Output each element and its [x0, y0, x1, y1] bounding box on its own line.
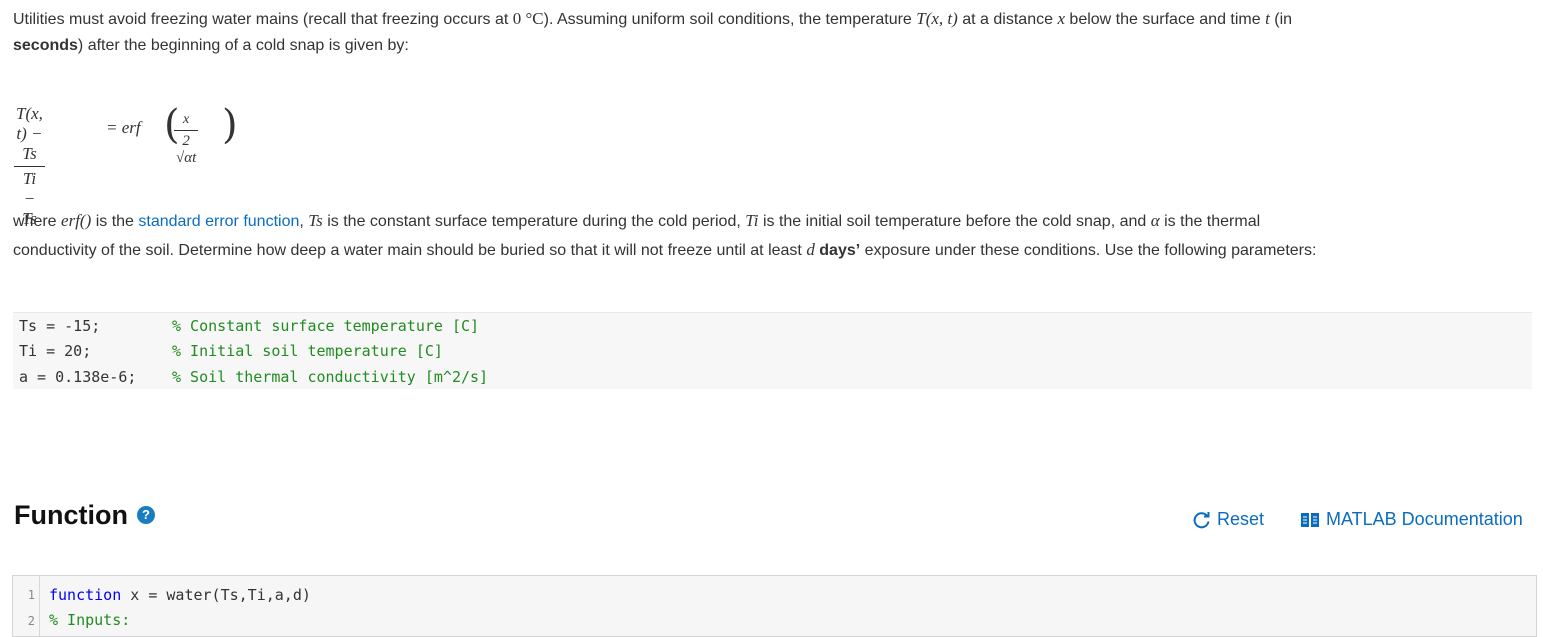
- reset-button[interactable]: Reset: [1193, 509, 1264, 530]
- keyword-function: function: [49, 586, 122, 604]
- intro-text-5: (in: [1269, 11, 1293, 28]
- book-icon: [1301, 512, 1319, 527]
- math-Ti: Ti: [745, 211, 759, 230]
- intro-text-4: below the surface and time: [1064, 11, 1266, 28]
- desc-text-8: exposure under these conditions. Use the…: [860, 242, 1317, 259]
- param-code-ti: Ti = 20;: [19, 342, 92, 360]
- documentation-label: MATLAB Documentation: [1326, 509, 1523, 529]
- math-Ts: Ts: [308, 211, 323, 230]
- right-paren: ): [222, 102, 238, 148]
- function-signature: x = water(Ts,Ti,a,d): [121, 586, 311, 604]
- editor-gutter: 1 2: [13, 576, 40, 636]
- help-icon[interactable]: ?: [137, 506, 155, 524]
- line-number: 1: [27, 588, 35, 602]
- lhs-numerator: T(x, t) − Ts: [16, 104, 43, 163]
- bold-seconds: seconds: [13, 37, 78, 54]
- desc-text-2: is the: [91, 213, 139, 230]
- desc-text-1: where: [13, 213, 62, 230]
- reset-icon: [1193, 511, 1210, 528]
- math-alpha: α: [1150, 211, 1160, 230]
- param-comment-a: % Soil thermal conductivity [m^2/s]: [172, 368, 489, 386]
- rhs-denominator: 2 √αt: [176, 133, 197, 166]
- code-editor[interactable]: 1 2 function x = water(Ts,Ti,a,d) % Inpu…: [12, 575, 1537, 637]
- param-comment-ti: % Initial soil temperature [C]: [172, 342, 443, 360]
- bold-days: days’: [819, 242, 861, 259]
- intro-text-3: at a distance: [957, 11, 1058, 28]
- reset-label: Reset: [1217, 509, 1265, 529]
- param-comment-ts: % Constant surface temperature [C]: [172, 317, 480, 335]
- inputs-comment: % Inputs:: [49, 611, 131, 629]
- intro-text-6: ) after the beginning of a cold snap is …: [77, 37, 409, 54]
- desc-text-5: is the initial soil temperature before t…: [758, 213, 1151, 230]
- problem-description: where erf() is the standard error functi…: [13, 207, 1513, 265]
- desc-text-4: is the constant surface temperature duri…: [322, 213, 746, 230]
- math-x: x: [1057, 9, 1065, 28]
- intro-text-2: ). Assuming uniform soil conditions, the…: [543, 11, 917, 28]
- math-T-x-t: T(x, t): [916, 9, 958, 28]
- desc-text-7: conductivity of the soil. Determine how …: [13, 242, 807, 259]
- math-d: d: [806, 240, 815, 259]
- rhs-fraction: x 2 √αt: [174, 112, 199, 167]
- editor-line[interactable]: function x = water(Ts,Ti,a,d): [49, 586, 311, 604]
- parameters-code-block: Ts = -15; % Constant surface temperature…: [13, 312, 1532, 389]
- lhs-fraction-bar: [14, 166, 45, 167]
- equals-erf: = erf: [106, 118, 141, 137]
- rhs-numerator: x: [183, 112, 190, 127]
- function-heading: Function: [14, 500, 128, 530]
- problem-intro: Utilities must avoid freezing water main…: [13, 6, 1513, 59]
- editor-line[interactable]: % Inputs:: [49, 611, 130, 629]
- standard-error-function-link[interactable]: standard error function: [138, 213, 299, 230]
- matlab-documentation-link[interactable]: MATLAB Documentation: [1300, 509, 1523, 530]
- math-zero-celsius: 0 °C: [512, 9, 544, 28]
- param-code-a: a = 0.138e-6;: [19, 368, 137, 386]
- line-number: 2: [27, 614, 35, 628]
- desc-text-3: ,: [299, 213, 309, 230]
- math-erf: erf(): [61, 211, 92, 230]
- param-code-ts: Ts = -15;: [19, 317, 101, 335]
- desc-text-6: is the thermal: [1159, 213, 1261, 230]
- rhs-fraction-bar: [174, 130, 199, 131]
- intro-text-1: Utilities must avoid freezing water main…: [13, 11, 513, 28]
